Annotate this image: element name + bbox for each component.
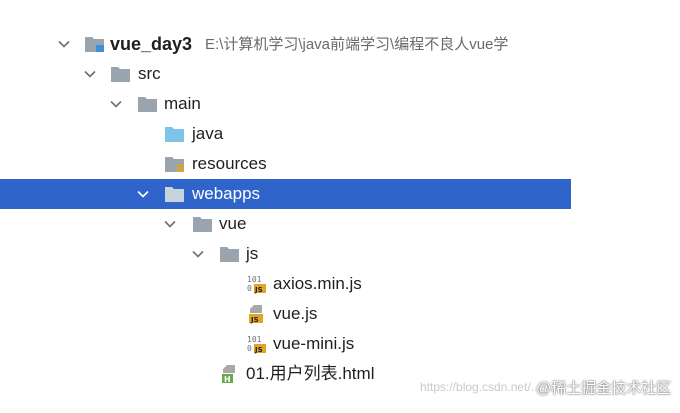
- tree-row-vuejs[interactable]: JS vue.js: [0, 299, 680, 329]
- folder-label-webapps: webapps: [192, 184, 261, 203]
- watermark-text: @稀土掘金技术社区: [536, 380, 672, 397]
- folder-label-vue: vue: [219, 214, 247, 233]
- folder-icon: [137, 94, 159, 114]
- folder-icon: [164, 184, 186, 204]
- chevron-down-icon[interactable]: [164, 218, 176, 230]
- tree-row-resources[interactable]: resources: [0, 149, 680, 179]
- tree-row-main[interactable]: main: [0, 89, 680, 119]
- chevron-down-icon[interactable]: [58, 38, 70, 50]
- folder-icon: [219, 244, 241, 264]
- project-path: E:\计算机学习\java前端学习\编程不良人vue学: [205, 36, 509, 53]
- binary-bottom-text: 0: [247, 284, 252, 293]
- html-file-icon: H: [219, 364, 241, 384]
- folder-label-main: main: [164, 94, 201, 113]
- folder-icon: [192, 214, 214, 234]
- file-label-vuejs: vue.js: [273, 304, 318, 323]
- watermark-url: https://blog.csdn.net/...: [420, 380, 541, 394]
- project-folder-icon: [84, 34, 106, 54]
- project-tree: vue_day3 E:\计算机学习\java前端学习\编程不良人vue学 src…: [0, 29, 680, 389]
- tree-row-axios[interactable]: 101 0 JS axios.min.js: [0, 269, 680, 299]
- minified-js-file-icon: 101 0 JS: [246, 274, 268, 294]
- source-folder-icon: [164, 124, 186, 144]
- js-badge-text: JS: [254, 346, 263, 354]
- binary-top-text: 101: [247, 275, 262, 284]
- minified-js-file-icon: 101 0 JS: [246, 334, 268, 354]
- html-badge-text: H: [224, 375, 231, 384]
- tree-row-java[interactable]: java: [0, 119, 680, 149]
- chevron-down-icon[interactable]: [192, 248, 204, 260]
- folder-label-src: src: [138, 64, 161, 83]
- folder-icon: [110, 64, 132, 84]
- folder-label-java: java: [192, 124, 224, 143]
- js-file-icon: JS: [246, 304, 268, 324]
- binary-top-text: 101: [247, 335, 262, 344]
- tree-row-js[interactable]: js: [0, 239, 680, 269]
- js-badge-text: JS: [250, 316, 259, 324]
- chevron-down-icon[interactable]: [84, 68, 96, 80]
- file-label-axios: axios.min.js: [273, 274, 362, 293]
- chevron-down-icon[interactable]: [137, 188, 149, 200]
- tree-row-webapps[interactable]: webapps: [0, 179, 571, 209]
- tree-row-project[interactable]: vue_day3 E:\计算机学习\java前端学习\编程不良人vue学: [0, 29, 680, 59]
- tree-row-src[interactable]: src: [0, 59, 680, 89]
- tree-row-vue-mini[interactable]: 101 0 JS vue-mini.js: [0, 329, 680, 359]
- js-badge-text: JS: [254, 286, 263, 294]
- project-name: vue_day3: [110, 34, 193, 54]
- binary-bottom-text: 0: [247, 344, 252, 353]
- tree-row-vue[interactable]: vue: [0, 209, 680, 239]
- file-label-html: 01.用户列表.html: [246, 364, 375, 383]
- file-label-vue-mini: vue-mini.js: [273, 334, 355, 353]
- chevron-down-icon[interactable]: [110, 98, 122, 110]
- resources-folder-icon: [164, 154, 186, 174]
- folder-label-js: js: [246, 244, 259, 263]
- folder-label-resources: resources: [192, 154, 267, 173]
